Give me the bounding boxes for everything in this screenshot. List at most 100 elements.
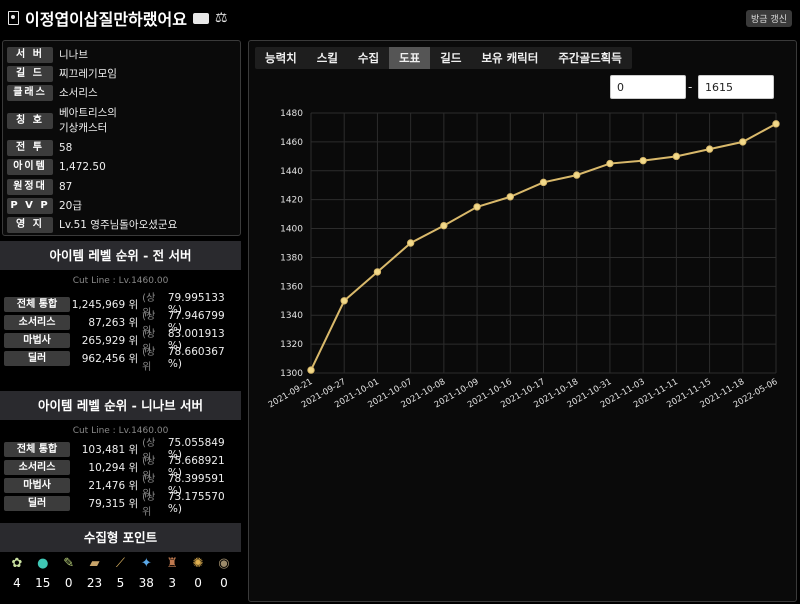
data-point [573, 171, 581, 179]
adventure-book-icon: ▰ [89, 556, 100, 571]
bookmark-icon[interactable] [8, 11, 19, 25]
rank-all-heading: 아이템 레벨 순위 - 전 서버 [0, 241, 241, 270]
tab-4[interactable]: 길드 [430, 47, 471, 69]
profile-panel: 서 버 니나브 길 드 찌끄레기모임 클래스 소서리스 칭 호 베아트리스의 기상캐스터 전 투 5… [2, 40, 241, 236]
giant-heart-icon: ✦ [140, 556, 152, 571]
rank-value: 1,245,969 위 [71, 298, 139, 311]
collect-heading: 수집형 포인트 [0, 523, 241, 552]
profile-value: 20급 [59, 200, 83, 213]
collect-item[interactable]: ⟋ 5 [109, 554, 131, 590]
collect-count: 23 [86, 576, 103, 590]
voyage-icon: ⟋ [115, 556, 125, 571]
profile-label: 칭 호 [7, 112, 53, 129]
range-max-input[interactable]: 1615 [698, 75, 774, 99]
collect-item[interactable]: ✺ 0 [187, 554, 209, 590]
rank-label: 마법사 [4, 332, 71, 348]
profile-row: 아이템 1,472.50 [7, 158, 236, 177]
profile-value: 58 [59, 142, 73, 155]
id-card-icon[interactable] [192, 12, 209, 24]
rank-top-label: (상위 [142, 492, 156, 518]
data-point [772, 120, 780, 128]
collect-item[interactable]: ✿ 4 [6, 554, 28, 590]
item-level-chart: 1300 1320 1340 1360 1380 1400 1420 1440 1460 1480… [267, 109, 780, 410]
range-separator: - [688, 80, 693, 94]
y-tick-label: 1400 [280, 225, 303, 235]
tab-0[interactable]: 능력치 [255, 47, 307, 69]
collect-count: 4 [13, 576, 21, 590]
profile-row: 원정대 87 [7, 177, 236, 196]
data-point [406, 239, 415, 247]
orpheus-star-icon: ✺ [192, 556, 204, 571]
collect-count: 0 [220, 576, 228, 590]
rank-server-heading: 아이템 레벨 순위 - 니나브 서버 [0, 391, 241, 420]
range-min-input[interactable]: 0 [610, 75, 686, 99]
profile-value: 니나브 [59, 49, 88, 62]
y-tick-label: 1440 [280, 167, 303, 177]
data-point [506, 193, 514, 201]
rank-row: 딜러 962,456 위 (상위 78.660367 %) [4, 346, 240, 373]
tab-5[interactable]: 보유 캐릭터 [471, 47, 548, 69]
great-art-icon: ✎ [63, 556, 75, 571]
scale-icon[interactable]: ⚖ [215, 10, 228, 26]
rank-label: 전체 통합 [4, 441, 71, 457]
profile-value: 87 [59, 180, 73, 193]
profile-row: 서 버 니나브 [7, 45, 236, 64]
tab-1[interactable]: 스킬 [307, 47, 348, 69]
tab-2[interactable]: 수집 [348, 47, 389, 69]
profile-label: 아이템 [7, 159, 53, 176]
rank-value: 962,456 위 [81, 352, 139, 365]
tab-3[interactable]: 도표 [389, 47, 431, 69]
main-panel: 능력치 스킬 수집 도표 길드 보유 캐릭터 주간골드획득 0 - 1615 1300 132… [248, 40, 797, 602]
collect-item[interactable]: ✎ 0 [58, 554, 80, 590]
profile-label: P V P [7, 197, 53, 214]
collect-item[interactable]: ● 15 [32, 554, 54, 590]
rank-value: 87,263 위 [88, 316, 139, 329]
rank-label: 전체 통합 [4, 296, 71, 312]
profile-label: 원정대 [7, 178, 53, 195]
collect-count: 0 [194, 576, 202, 590]
collect-item[interactable]: ✦ 38 [135, 554, 157, 590]
data-point [539, 178, 548, 187]
rank-row: 딜러 79,315 위 (상위 73.175570 %) [4, 491, 240, 518]
profile-row: P V P 20급 [7, 196, 236, 215]
profile-row: 전 투 58 [7, 139, 236, 158]
profile-row: 영 지 Lv.51 영주님돌아오셨군요 [7, 215, 236, 234]
profile-label: 클래스 [7, 84, 53, 101]
rank-value: 79,315 위 [88, 497, 139, 510]
y-tick-label: 1480 [280, 109, 303, 119]
collect-count: 15 [35, 576, 51, 590]
profile-label: 서 버 [7, 46, 53, 63]
character-name: 이정엽이삽질만하랬어요 [25, 10, 187, 29]
data-point [340, 297, 348, 305]
tab-6[interactable]: 주간골드획득 [548, 47, 631, 69]
ignea-token-icon: ♜ [166, 556, 179, 571]
profile-row: 클래스 소서리스 [7, 83, 236, 102]
rank-label: 소서리스 [4, 459, 71, 475]
profile-value: 찌끄레기모임 [59, 68, 117, 81]
data-point [705, 145, 714, 153]
data-point [440, 221, 448, 230]
tab-bar: 능력치 스킬 수집 도표 길드 보유 캐릭터 주간골드획득 [255, 47, 632, 69]
profile-value: 베아트리스의 기상캐스터 [59, 106, 117, 134]
data-point [739, 138, 747, 146]
mokoko-seed-icon: ✿ [11, 556, 23, 571]
rank-value: 10,294 위 [88, 461, 139, 474]
collect-item[interactable]: ▰ 23 [84, 554, 106, 590]
collect-item[interactable]: ♜ 3 [161, 554, 183, 590]
rank-all-cutline: Cut Line : Lv.1460.00 [72, 276, 169, 286]
rank-label: 딜러 [4, 495, 71, 511]
profile-value: Lv.51 영주님돌아오셨군요 [59, 219, 178, 232]
refresh-button[interactable]: 방금 갱신 [746, 10, 792, 27]
data-point [606, 159, 614, 168]
y-tick-label: 1380 [280, 253, 303, 263]
top-bar: 이정엽이삽질만하랬어요 ⚖ 방금 갱신 [0, 0, 800, 36]
y-tick-label: 1300 [280, 369, 303, 379]
rank-percent: 73.175570 %) [167, 491, 225, 515]
rank-value: 103,481 위 [81, 443, 139, 456]
rank-label: 소서리스 [4, 314, 71, 330]
collect-item[interactable]: ◉ 0 [213, 554, 235, 590]
profile-label: 전 투 [7, 140, 53, 157]
y-tick-label: 1360 [280, 282, 303, 292]
data-point [639, 156, 647, 165]
rank-percent: 78.660367 %) [167, 346, 225, 370]
